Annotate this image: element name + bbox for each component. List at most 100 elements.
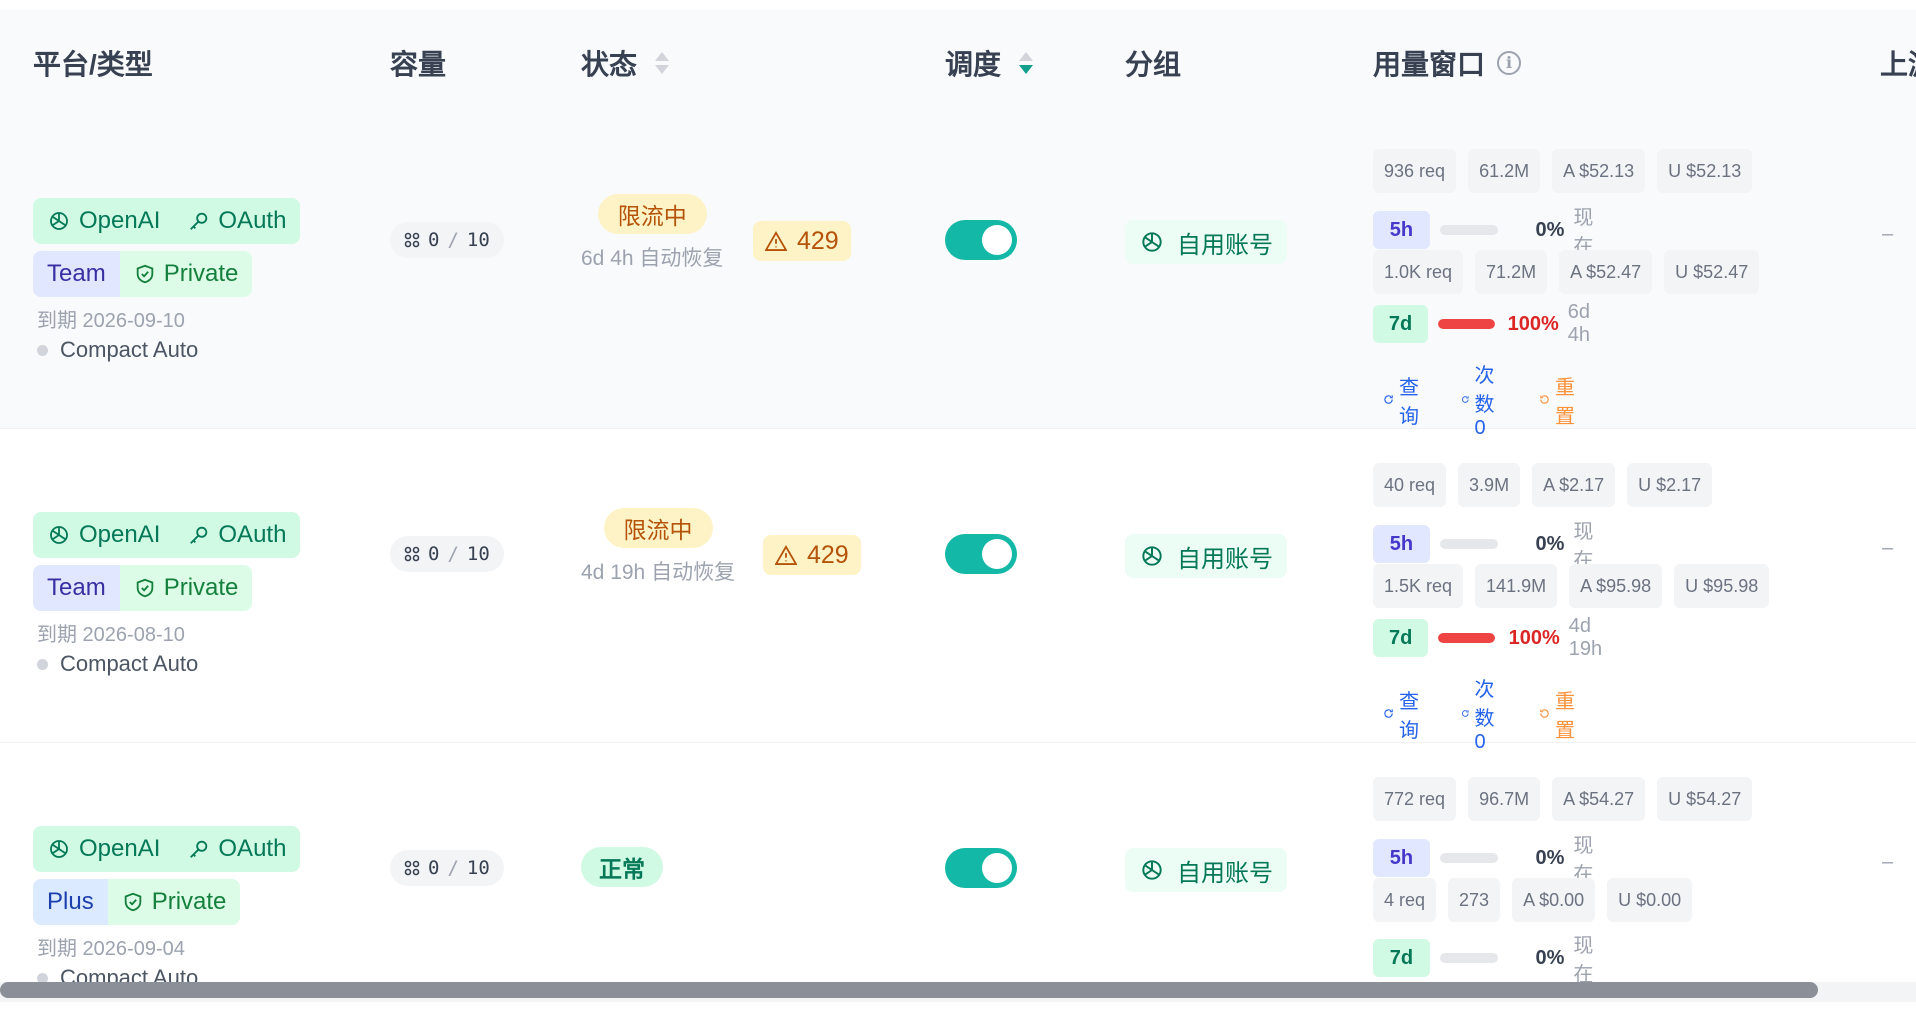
sort-desc-icon[interactable]	[1019, 51, 1034, 74]
user-cost-chip: U $95.98	[1674, 564, 1770, 608]
openai-icon	[1142, 232, 1162, 252]
usage-percent: 100%	[1507, 312, 1559, 335]
error-badge: 429	[753, 221, 851, 261]
upstream-value: –	[1882, 537, 1894, 559]
tier-label: Team	[33, 565, 120, 611]
header-status-label: 状态	[581, 48, 638, 80]
header-group: 分组	[1125, 48, 1182, 80]
visibility-segment: Private	[107, 879, 241, 925]
progress-bar	[1438, 319, 1495, 329]
openai-icon	[1142, 546, 1162, 566]
progress-bar	[1439, 853, 1499, 863]
tokens-chip: 61.2M	[1468, 149, 1541, 193]
auth-label: OAuth	[218, 835, 287, 862]
header-schedule[interactable]: 调度	[945, 10, 1034, 115]
expiry-date: 到期 2026-08-10	[37, 624, 185, 646]
usage-7d-window: 7d 100% 4d 19h	[1373, 615, 1623, 661]
group-tag: 自用账号	[1125, 220, 1287, 264]
platform-label: OpenAI	[79, 521, 161, 548]
table-row: OpenAI OAuth Plus Private 到期 2026-09-04 …	[0, 743, 1916, 986]
count-label: 次数 0	[1474, 365, 1495, 439]
query-button[interactable]: 查询	[1383, 359, 1425, 440]
upstream-value: –	[1882, 223, 1894, 245]
progress-bar	[1439, 539, 1499, 549]
header-status[interactable]: 状态	[581, 10, 670, 115]
visibility-label: Private	[163, 260, 239, 287]
tier-label: Plus	[33, 879, 108, 925]
reset-label: 重置	[1555, 376, 1576, 428]
status-cell: 限流中 4d 19h 自动恢复	[581, 508, 735, 586]
usage-actions: 查询 次数 0 重置	[1383, 673, 1581, 754]
reset-time: 现在	[1573, 935, 1594, 986]
openai-icon	[50, 526, 68, 544]
status-cell: 正常	[581, 847, 663, 887]
user-cost-chip: U $54.27	[1657, 777, 1753, 821]
group-tag: 自用账号	[1125, 534, 1287, 578]
account-cost-chip: A $54.27	[1552, 777, 1646, 821]
window-5h: 5h	[1373, 839, 1430, 877]
horizontal-scrollbar[interactable]	[0, 982, 1916, 1012]
tokens-chip: 141.9M	[1475, 564, 1558, 608]
openai-icon	[50, 212, 68, 230]
header-capacity: 容量	[390, 48, 447, 80]
schedule-toggle[interactable]	[945, 220, 1017, 260]
schedule-toggle[interactable]	[945, 848, 1017, 888]
compact-mode: Compact Auto	[37, 337, 198, 363]
window-7d: 7d	[1373, 619, 1429, 657]
platform-label: OpenAI	[79, 207, 161, 234]
platform-label: OpenAI	[79, 835, 161, 862]
sort-icon[interactable]	[655, 51, 670, 74]
user-cost-chip: U $0.00	[1607, 878, 1693, 922]
auth-segment: OAuth	[174, 521, 300, 549]
req-chip: 1.5K req	[1373, 564, 1464, 608]
platform-segment: OpenAI	[33, 521, 174, 549]
query-button[interactable]: 查询	[1383, 673, 1425, 754]
schedule-toggle[interactable]	[945, 534, 1017, 574]
key-icon	[190, 526, 208, 544]
group-tag: 自用账号	[1125, 848, 1287, 892]
error-badge: 429	[763, 535, 861, 575]
header-platform-type: 平台/类型	[33, 48, 153, 80]
upstream-value: –	[1882, 851, 1894, 873]
progress-bar	[1439, 225, 1499, 235]
usage-percent: 0%	[1535, 532, 1565, 555]
tier-label: Team	[33, 251, 120, 297]
header-usage-label: 用量窗口	[1373, 48, 1486, 80]
user-cost-chip: U $52.13	[1657, 149, 1753, 193]
header-usage-window: 用量窗口 i	[1373, 10, 1522, 115]
refresh-icon	[1384, 395, 1393, 404]
auth-label: OAuth	[218, 521, 287, 548]
count-button[interactable]: 次数 0	[1461, 673, 1503, 754]
count-button[interactable]: 次数 0	[1461, 359, 1503, 440]
reset-label: 重置	[1555, 690, 1576, 742]
tokens-chip: 71.2M	[1475, 250, 1548, 294]
req-chip: 1.0K req	[1373, 250, 1464, 294]
visibility-label: Private	[163, 574, 239, 601]
capacity-sep: /	[447, 543, 459, 565]
refresh-icon	[1462, 710, 1469, 717]
tier-badge: Team Private	[33, 251, 253, 297]
recover-text: 4d 19h 自动恢复	[581, 561, 736, 584]
window-7d: 7d	[1373, 305, 1429, 343]
platform-segment: OpenAI	[33, 207, 174, 235]
window-7d: 7d	[1373, 939, 1430, 977]
reset-button[interactable]: 重置	[1539, 359, 1581, 440]
progress-bar	[1439, 953, 1499, 963]
usage-5h-stats: 772 req 96.7M A $54.27 U $54.27	[1373, 777, 1753, 821]
usage-7d-window: 7d 100% 6d 4h	[1373, 301, 1612, 347]
openai-icon	[1142, 860, 1162, 880]
platform-badge: OpenAI OAuth	[33, 826, 301, 872]
platform-badge: OpenAI OAuth	[33, 512, 301, 558]
usage-percent: 100%	[1508, 626, 1560, 649]
account-cost-chip: A $2.17	[1532, 463, 1616, 507]
info-icon[interactable]: i	[1497, 50, 1522, 75]
scrollbar-thumb[interactable]	[0, 982, 1818, 998]
capacity-used: 0	[428, 857, 440, 879]
usage-percent: 0%	[1535, 946, 1565, 969]
compact-label: Compact Auto	[60, 651, 199, 676]
visibility-label: Private	[151, 888, 227, 915]
reset-button[interactable]: 重置	[1539, 673, 1581, 754]
auth-segment: OAuth	[174, 835, 300, 863]
shield-check-icon	[136, 578, 153, 598]
req-chip: 936 req	[1373, 149, 1457, 193]
